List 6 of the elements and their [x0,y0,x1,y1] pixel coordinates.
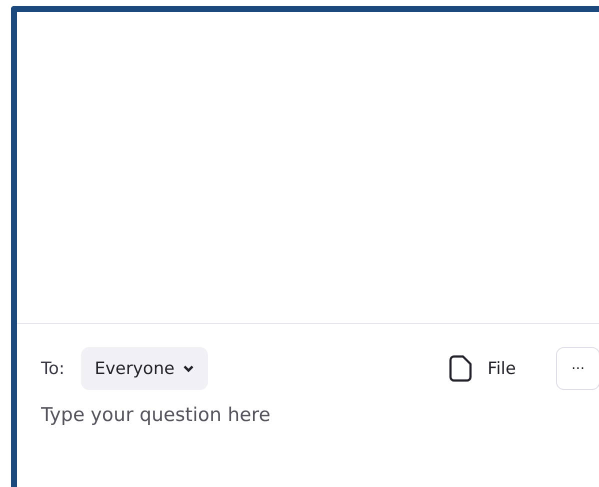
file-button[interactable]: File [448,355,516,382]
recipient-dropdown[interactable]: Everyone [80,347,208,390]
document-icon [448,355,472,382]
more-button[interactable]: ··· [556,347,599,390]
to-label: To: [41,358,65,378]
chevron-down-icon [182,364,194,372]
